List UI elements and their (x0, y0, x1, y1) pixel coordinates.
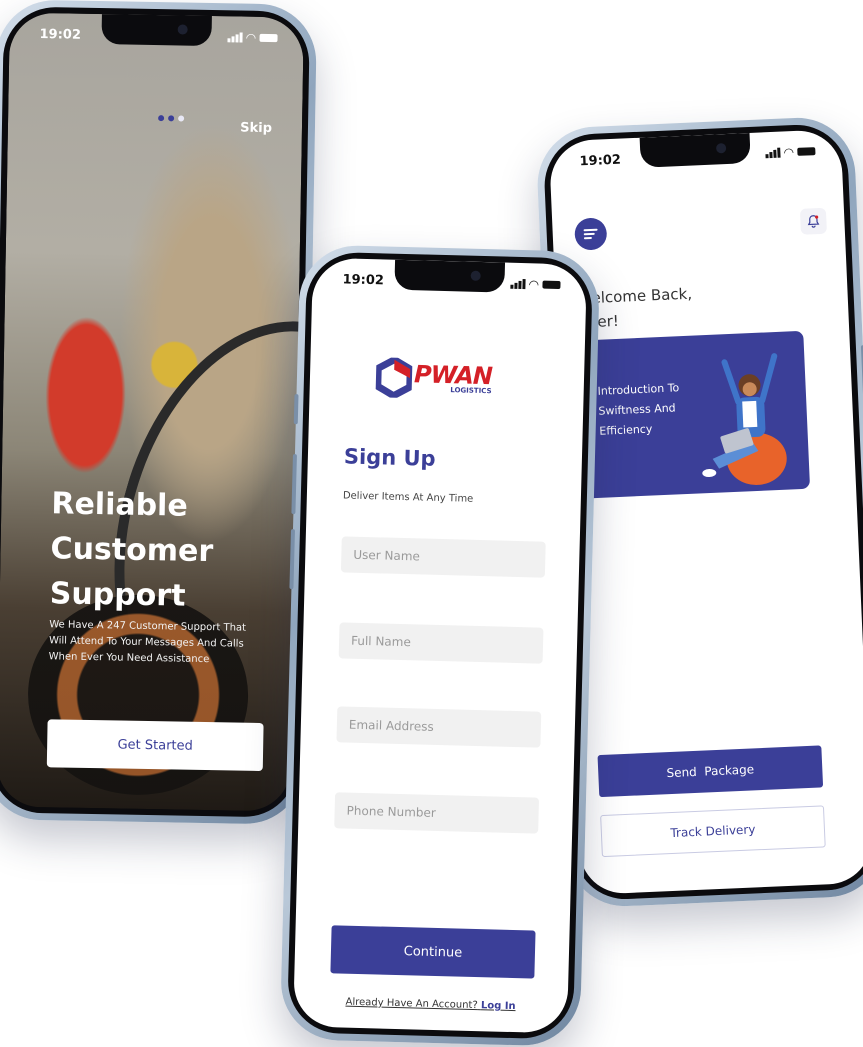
page-dot (178, 115, 185, 122)
status-time: 19:02 (579, 152, 622, 170)
page-dot-active (158, 115, 165, 122)
menu-button[interactable] (574, 217, 608, 251)
onboarding-screen: 19:02 ◠ Skip Reliable Customer Support W… (0, 12, 304, 812)
battery-icon (259, 33, 278, 43)
page-dot-active (168, 115, 175, 122)
promo-banner[interactable]: Introduction To Swiftness And Efficiency (579, 330, 811, 499)
status-time: 19:02 (39, 27, 82, 43)
phone-onboarding: 19:02 ◠ Skip Reliable Customer Support W… (0, 0, 318, 825)
page-title: Sign Up (343, 444, 436, 471)
mute-switch (293, 394, 299, 425)
battery-icon (797, 147, 816, 156)
signup-screen: 19:02 ◠ PWAN LOGISTICS Sign Up Deliver I… (292, 257, 588, 1034)
wifi-icon: ◠ (529, 277, 539, 292)
login-prompt-text: Already Have An Account? (345, 996, 478, 1012)
wifi-icon: ◠ (246, 30, 256, 45)
onboarding-description: We Have A 247 Customer Support That Will… (48, 619, 247, 666)
battery-icon (542, 280, 561, 290)
promo-illustration (702, 353, 787, 485)
signal-icon (227, 32, 243, 43)
page-subtitle: Deliver Items At Any Time (342, 490, 474, 505)
get-started-button[interactable]: Get Started (46, 719, 264, 772)
login-prompt: Already Have An Account? Log In (294, 995, 568, 1013)
menu-icon (583, 227, 598, 242)
pwan-logo: PWAN LOGISTICS (374, 355, 493, 400)
status-bar: 19:02 ◠ (31, 27, 281, 49)
signal-icon (510, 279, 526, 290)
volume-down-button (289, 529, 295, 590)
logo-hexagon-icon (374, 355, 414, 400)
login-link[interactable]: Log In (481, 1000, 516, 1012)
full-name-input[interactable] (338, 622, 544, 664)
logo-brand: PWAN (413, 360, 493, 391)
home-screen: 19:02 ◠ Welcome Back, User! Introduction… (548, 128, 863, 896)
phone-input[interactable] (334, 792, 540, 834)
skip-button[interactable]: Skip (240, 121, 272, 137)
continue-button[interactable]: Continue (330, 925, 536, 979)
onboarding-title: Reliable Customer Support (49, 486, 214, 614)
status-time: 19:02 (342, 272, 385, 289)
notifications-button[interactable] (799, 207, 827, 235)
phone-signup: 19:02 ◠ PWAN LOGISTICS Sign Up Deliver I… (279, 244, 601, 1047)
send-package-button[interactable]: Send Package (597, 745, 824, 798)
volume-up-button (291, 454, 297, 515)
bell-icon (807, 215, 820, 228)
user-name-input[interactable] (340, 536, 546, 578)
wifi-icon: ◠ (783, 145, 794, 160)
promo-text: Introduction To Swiftness And Efficiency (597, 381, 680, 438)
track-delivery-button[interactable]: Track Delivery (600, 805, 826, 858)
status-bar: 19:02 ◠ (334, 272, 564, 296)
signal-icon (765, 147, 781, 159)
page-indicator (158, 115, 185, 122)
email-input[interactable] (336, 706, 542, 748)
